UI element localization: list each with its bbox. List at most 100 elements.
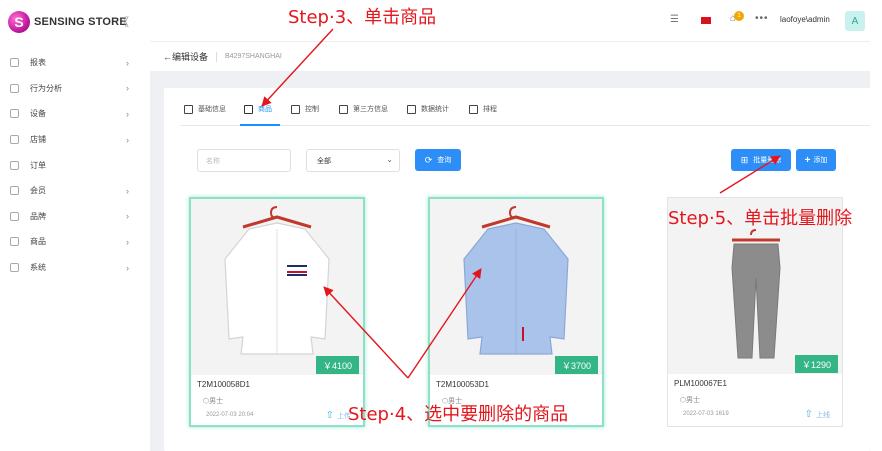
filter-icon[interactable]: ☰ [670,14,679,25]
tab-products[interactable]: 商品 [244,104,272,114]
shield-icon [339,104,348,114]
tab-schedule[interactable]: 排程 [469,104,497,114]
sidebar-item-label: 报表 [30,58,46,68]
product-tag: ⬡男士 [203,396,223,406]
product-code: T2M100058D1 [197,380,250,389]
flag-icon[interactable] [701,17,711,24]
grid-icon: ⊞ [740,154,749,165]
app-root: S SENSING STORE 《 报表 › 行为分析 › 设备 › 店铺 › 订单 会… [0,0,882,451]
query-button[interactable]: ⟳ 查询 [415,149,461,171]
tag-label: 男士 [209,398,224,405]
sidebar-item-store[interactable]: 店铺 › [0,127,150,153]
sidebar-item-label: 店铺 [30,135,46,145]
product-date: 2022-07-03 20:04 [206,412,254,418]
sidebar-item-label: 订单 [30,160,46,170]
publish-label: 上线 [816,412,830,419]
sidebar-item-system[interactable]: 系统 › [0,255,150,281]
annotation-step5: Step·5、单击批量删除 [668,208,853,229]
batch-delete-button[interactable]: ⊞ 批量删除 [731,149,791,171]
tab-basic-info[interactable]: 基础信息 [184,104,226,114]
schedule-icon [469,104,478,114]
tab-label: 排程 [483,106,497,113]
chevron-right-icon: › [126,185,129,196]
sidebar-item-device[interactable]: 设备 › [0,101,150,127]
product-card[interactable]: ￥1290 PLM100067E1 ⬡男士 2022-07-03 1619 ⇧ 上… [667,197,843,427]
product-image: ￥4100 [191,199,363,375]
breadcrumb: ←编辑设备 B4297SHANGHAI [150,42,870,72]
product-code: PLM100067E1 [674,379,727,388]
chevron-down-icon: ⌄ [386,155,393,164]
topbar: ☰ ⌂ 1 ••• laofoye\admin A [150,0,870,42]
brand-icon [10,211,19,221]
product-tag: ⬡男士 [680,395,700,405]
product-card[interactable]: ￥3700 T2M100053D1 ⬡男士 [428,197,604,427]
product-info: T2M100058D1 ⬡男士 2022-07-03 20:04 ⇧ 上传 [191,375,363,425]
brand-logo[interactable]: S SENSING STORE [8,8,127,36]
sidebar-item-label: 设备 [30,109,46,119]
avatar[interactable]: A [845,11,865,31]
sidebar-item-brand[interactable]: 品牌 › [0,204,150,230]
box-icon [244,104,253,114]
product-icon [10,237,19,247]
category-select[interactable]: 全部 ⌄ [306,149,400,172]
chevron-right-icon: › [126,57,129,68]
chevron-right-icon: › [126,262,129,273]
tab-label: 商品 [258,106,272,113]
tab-statistics[interactable]: 数据统计 [407,104,449,114]
sidebar-item-product[interactable]: 商品 › [0,229,150,255]
sidebar-menu: 报表 › 行为分析 › 设备 › 店铺 › 订单 会员 › 品牌 › 商品 › 系统 › [0,50,150,280]
add-button-label: 添加 [813,157,828,164]
device-icon [10,109,19,119]
select-value: 全部 [317,158,331,165]
product-code: T2M100053D1 [436,380,489,389]
product-date: 2022-07-03 1619 [683,411,729,417]
price-badge: ￥1290 [794,355,838,373]
name-search-input[interactable]: 名称 [197,149,291,172]
store-icon [10,135,19,145]
add-button[interactable]: + 添加 [796,149,836,171]
sidebar-item-behavior[interactable]: 行为分析 › [0,76,150,102]
order-icon [10,160,19,170]
logo-mark: S [8,11,30,33]
tab-label: 第三方信息 [353,106,388,113]
notification-badge: 1 [734,11,744,21]
product-info: PLM100067E1 ⬡男士 2022-07-03 1619 ⇧ 上线 [668,374,842,426]
publish-button[interactable]: ⇧ 上线 [805,409,830,420]
sidebar-item-label: 会员 [30,186,46,196]
brand-name: SENSING STORE [34,16,127,28]
tag-label: 男士 [686,397,701,404]
refresh-icon: ⟳ [424,154,433,165]
sidebar-item-label: 商品 [30,237,46,247]
user-name[interactable]: laofoye\admin [780,15,830,24]
upload-icon: ⇧ [804,409,813,420]
more-icon[interactable]: ••• [755,13,769,24]
sliders-icon [291,104,300,114]
chevron-right-icon: › [126,236,129,247]
chevron-right-icon: › [126,108,129,119]
sidebar-item-label: 系统 [30,263,46,273]
product-card[interactable]: ￥4100 T2M100058D1 ⬡男士 2022-07-03 20:04 ⇧… [189,197,365,427]
sidebar-item-order[interactable]: 订单 [0,152,150,178]
document-icon [184,104,193,114]
bar-chart-icon [407,104,416,114]
annotation-step4: Step·4、选中要删除的商品 [348,404,569,425]
sidebar-item-report[interactable]: 报表 › [0,50,150,76]
back-link[interactable]: ←编辑设备 [163,50,208,63]
tab-third-party[interactable]: 第三方信息 [339,104,388,114]
chevrons-left-icon[interactable]: 《 [117,13,129,30]
tab-control[interactable]: 控制 [291,104,319,114]
sidebar-item-member[interactable]: 会员 › [0,178,150,204]
device-id: B4297SHANGHAI [225,53,282,60]
sidebar-item-label: 行为分析 [30,83,62,93]
price-badge: ￥3700 [554,356,598,374]
upload-icon: ⇧ [325,410,334,421]
chevron-right-icon: › [126,83,129,94]
chevron-right-icon: › [126,211,129,222]
cloud-icon [10,58,19,68]
tab-label: 控制 [305,106,319,113]
sidebar-item-label: 品牌 [30,211,46,221]
product-image: ￥3700 [430,199,602,375]
plus-icon: + [804,154,811,166]
active-tab-indicator [240,124,280,126]
query-button-label: 查询 [437,157,452,164]
